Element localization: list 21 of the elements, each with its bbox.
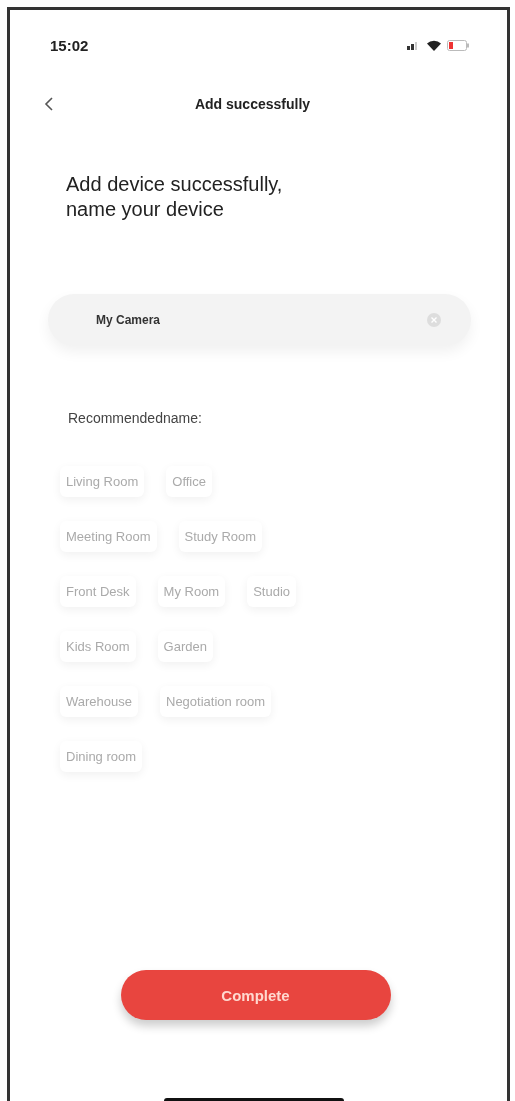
heading: Add device successfully, name your device [66, 172, 284, 222]
name-chip[interactable]: Warehouse [60, 686, 138, 717]
name-chip[interactable]: Meeting Room [60, 521, 157, 552]
status-time: 15:02 [50, 36, 89, 54]
name-chip[interactable]: Office [166, 466, 212, 497]
complete-button[interactable]: Complete [120, 970, 391, 1020]
name-chip[interactable]: Study Room [178, 521, 263, 552]
name-chip[interactable]: Living Room [60, 466, 145, 497]
recommended-label: Recommendedname: [68, 410, 203, 426]
name-chip[interactable]: Dining room [60, 741, 143, 772]
name-chip[interactable]: Kids Room [60, 631, 136, 662]
name-chip[interactable]: Negotiation room [160, 686, 271, 717]
name-chip[interactable]: Studio [247, 576, 297, 607]
name-chip[interactable]: My Room [157, 576, 226, 607]
battery-icon [447, 39, 469, 51]
chevron-left-icon [44, 96, 54, 111]
wifi-icon [427, 39, 441, 51]
name-chip[interactable]: Garden [157, 631, 213, 662]
name-field[interactable]: My Camera [48, 294, 471, 346]
page-title: Add successfully [193, 96, 312, 112]
name-chip[interactable]: Front Desk [60, 576, 136, 607]
